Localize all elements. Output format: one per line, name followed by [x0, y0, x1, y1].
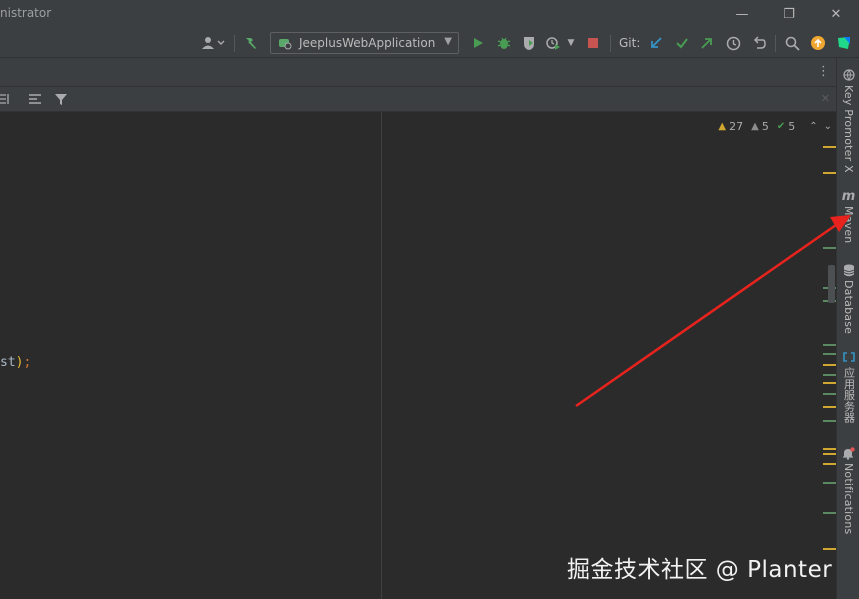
toolbar-separator	[610, 35, 611, 52]
vertical-scrollbar-thumb[interactable]	[828, 265, 835, 303]
close-icon[interactable]: ✕	[821, 92, 830, 105]
stripe-mark[interactable]	[823, 344, 836, 346]
jetbrains-logo-icon[interactable]	[834, 33, 854, 53]
debug-icon[interactable]	[494, 33, 514, 53]
editor-tab-bar: ⋮	[0, 58, 836, 87]
key-promoter-label: Key Promoter X	[842, 85, 855, 173]
warnings-count[interactable]: ▲ 27	[718, 120, 743, 133]
weak-warnings-count-value: 5	[761, 120, 769, 133]
maven-tool-button[interactable]: m Maven	[837, 188, 859, 244]
maven-icon: m	[841, 188, 856, 204]
app-server-label: 应用服务器	[842, 367, 856, 423]
minimize-button[interactable]: —	[719, 0, 765, 29]
code-editor[interactable]: st); ▲ 27 ▲ 5 ✔ 5 ⌃ ⌄	[0, 112, 836, 599]
warning-stripe-mark[interactable]	[823, 453, 836, 455]
editor-sub-toolbar: ✕	[0, 87, 836, 112]
maven-label: Maven	[842, 206, 855, 244]
warning-icon: ▲	[718, 121, 727, 132]
globe-icon	[842, 68, 856, 82]
ide-update-icon[interactable]	[808, 33, 828, 53]
stripe-mark[interactable]	[823, 374, 836, 376]
notifications-tool-button[interactable]: Notifications	[837, 446, 859, 534]
warning-stripe-mark[interactable]	[823, 146, 836, 148]
filter-icon[interactable]	[53, 91, 69, 107]
watermark: 掘金技术社区 @ Planter	[567, 557, 833, 583]
typo-check-icon: ✔	[776, 121, 786, 132]
stripe-mark[interactable]	[823, 420, 836, 422]
database-label: Database	[842, 280, 855, 335]
app-server-tool-button[interactable]: 应用服务器	[837, 350, 859, 423]
git-update-icon[interactable]	[646, 33, 666, 53]
key-promoter-tool-button[interactable]: Key Promoter X	[837, 68, 859, 173]
more-tabs-icon[interactable]: ⋮	[817, 64, 830, 79]
code-line: st);	[0, 355, 31, 370]
toolbar-separator	[234, 35, 235, 52]
typos-count-value: 5	[788, 120, 796, 133]
build-hammer-icon[interactable]	[241, 33, 261, 53]
stripe-mark[interactable]	[823, 512, 836, 514]
stop-icon[interactable]	[583, 33, 603, 53]
warnings-count-value: 27	[729, 120, 744, 133]
warning-stripe-mark[interactable]	[823, 463, 836, 465]
notifications-label: Notifications	[842, 463, 855, 535]
close-button[interactable]: ✕	[813, 0, 859, 29]
git-label: Git:	[619, 36, 641, 50]
warning-stripe-mark[interactable]	[823, 406, 836, 408]
code-identifier: st	[0, 355, 16, 370]
services-icon	[842, 350, 856, 364]
inspection-widget[interactable]: ▲ 27 ▲ 5 ✔ 5 ⌃ ⌄	[718, 120, 832, 133]
git-commit-icon[interactable]	[672, 33, 692, 53]
run-configuration-label: JeeplusWebApplication	[299, 36, 436, 50]
coverage-icon[interactable]	[519, 33, 539, 53]
chevron-down-icon[interactable]: ▼	[565, 33, 577, 53]
bell-icon	[842, 446, 856, 460]
warning-stripe-mark[interactable]	[823, 172, 836, 174]
weak-warnings-count[interactable]: ▲ 5	[751, 120, 769, 133]
weak-warning-icon: ▲	[751, 121, 759, 132]
toolbar-separator	[775, 35, 776, 52]
spring-boot-icon	[277, 35, 293, 51]
title-bar: nistrator — ❐ ✕	[0, 0, 859, 29]
window-title: nistrator	[0, 6, 52, 20]
database-tool-button[interactable]: Database	[837, 263, 859, 334]
typos-count[interactable]: ✔ 5	[777, 120, 795, 133]
stripe-mark[interactable]	[823, 353, 836, 355]
warning-stripe-mark[interactable]	[823, 364, 836, 366]
run-configuration-selector[interactable]: JeeplusWebApplication ▼	[270, 32, 459, 54]
partial-tool-icon[interactable]	[0, 91, 10, 107]
stripe-mark[interactable]	[823, 482, 836, 484]
error-stripe[interactable]	[823, 112, 836, 599]
warning-stripe-mark[interactable]	[823, 448, 836, 450]
right-margin-guide	[381, 112, 382, 599]
previous-highlight-icon[interactable]: ⌃	[809, 121, 817, 132]
restore-button[interactable]: ❐	[766, 0, 812, 29]
align-left-icon[interactable]	[27, 91, 43, 107]
history-icon[interactable]	[723, 33, 743, 53]
warning-stripe-mark[interactable]	[823, 382, 836, 384]
user-icon[interactable]	[200, 33, 228, 53]
rollback-icon[interactable]	[749, 33, 769, 53]
git-push-icon[interactable]	[697, 33, 717, 53]
right-tool-strip: Key Promoter X m Maven Database 应用服务器 No…	[836, 58, 859, 599]
code-semicolon: ;	[23, 355, 32, 370]
chevron-down-icon: ▼	[444, 36, 452, 47]
run-icon[interactable]	[468, 33, 488, 53]
stripe-mark[interactable]	[823, 393, 836, 395]
stripe-mark[interactable]	[823, 247, 836, 249]
search-icon[interactable]	[782, 33, 802, 53]
profiler-icon[interactable]	[544, 33, 564, 53]
database-icon	[842, 263, 856, 277]
main-toolbar: JeeplusWebApplication ▼ ▼ Git:	[0, 29, 859, 58]
